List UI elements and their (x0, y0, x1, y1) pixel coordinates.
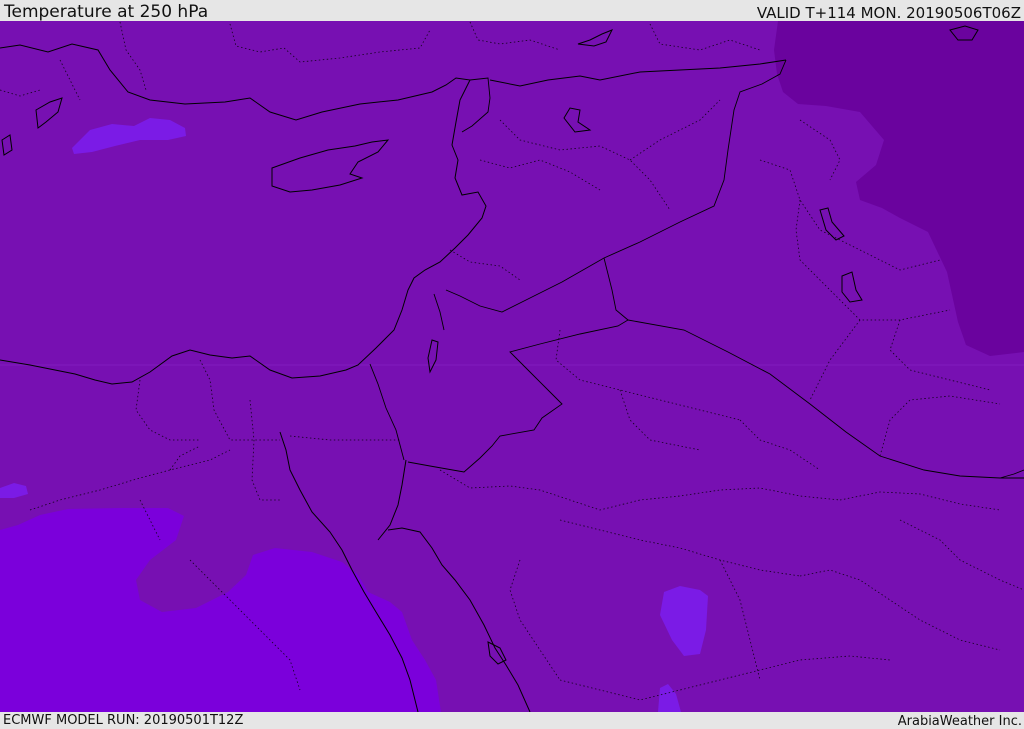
map-title: Temperature at 250 hPa (4, 2, 209, 22)
header-bar: Temperature at 250 hPa VALID T+114 MON. … (0, 0, 1024, 22)
temperature-map (0, 21, 1024, 712)
model-run: ECMWF MODEL RUN: 20190501T12Z (3, 713, 244, 728)
valid-time: VALID T+114 MON. 20190506T06Z (756, 4, 1021, 22)
footer-bar: ECMWF MODEL RUN: 20190501T12Z ArabiaWeat… (0, 712, 1024, 729)
credit-text: ArabiaWeather Inc. (897, 714, 1022, 729)
map-viewer: Temperature at 250 hPa VALID T+114 MON. … (0, 0, 1024, 729)
